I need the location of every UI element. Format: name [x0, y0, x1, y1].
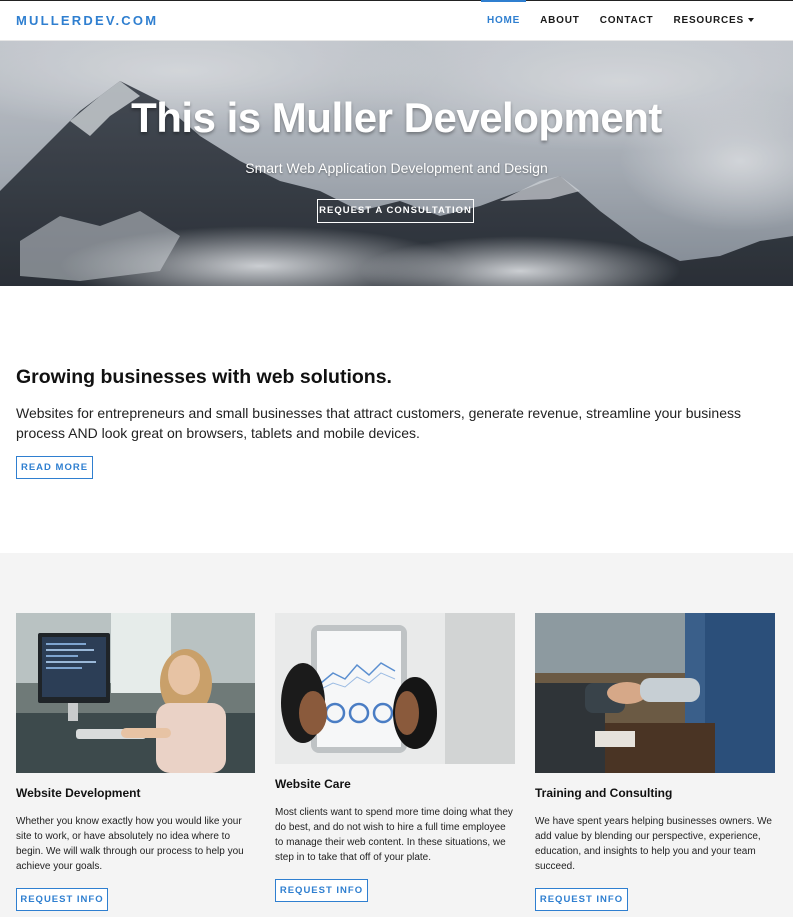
service-text-website-development: Whether you know exactly how you would l…: [16, 816, 244, 872]
nav-resources-dropdown[interactable]: RESOURCES: [663, 1, 764, 41]
hero-title: This is Muller Development: [131, 94, 662, 141]
service-title-website-care: Website Care: [275, 777, 351, 791]
brand-logo-link[interactable]: MULLERDEV.COM: [16, 13, 158, 28]
request-consultation-button[interactable]: REQUEST A CONSULTATION: [317, 199, 474, 223]
nav-contact[interactable]: CONTACT: [590, 1, 664, 41]
nav-home[interactable]: HOME: [477, 0, 530, 41]
request-info-button-website-care[interactable]: REQUEST INFO: [275, 879, 368, 902]
caret-down-icon: [748, 18, 754, 23]
navbar: MULLERDEV.COM HOME ABOUT CONTACT RESOURC…: [0, 0, 793, 41]
service-text-website-care: Most clients want to spend more time doi…: [275, 807, 513, 863]
service-title-website-development: Website Development: [16, 786, 141, 800]
website-care-image: [275, 613, 515, 764]
nav-resources-label: RESOURCES: [673, 15, 744, 26]
service-text-training-consulting: We have spent years helping businesses o…: [535, 816, 772, 872]
hero-banner: This is Muller Development Smart Web App…: [0, 41, 793, 286]
website-development-image: [16, 613, 255, 773]
hero-subtitle: Smart Web Application Development and De…: [245, 160, 548, 176]
request-info-button-training-consulting[interactable]: REQUEST INFO: [535, 888, 628, 911]
read-more-button[interactable]: READ MORE: [16, 456, 93, 479]
services-section: Website Development Whether you know exa…: [0, 553, 793, 917]
service-title-training-consulting: Training and Consulting: [535, 786, 673, 800]
main-nav: HOME ABOUT CONTACT RESOURCES: [477, 0, 764, 41]
intro-heading: Growing businesses with web solutions.: [16, 366, 392, 388]
training-consulting-image: [535, 613, 775, 773]
request-info-button-website-development[interactable]: REQUEST INFO: [16, 888, 108, 911]
nav-about[interactable]: ABOUT: [530, 1, 590, 41]
intro-body: Websites for entrepreneurs and small bus…: [16, 405, 741, 441]
